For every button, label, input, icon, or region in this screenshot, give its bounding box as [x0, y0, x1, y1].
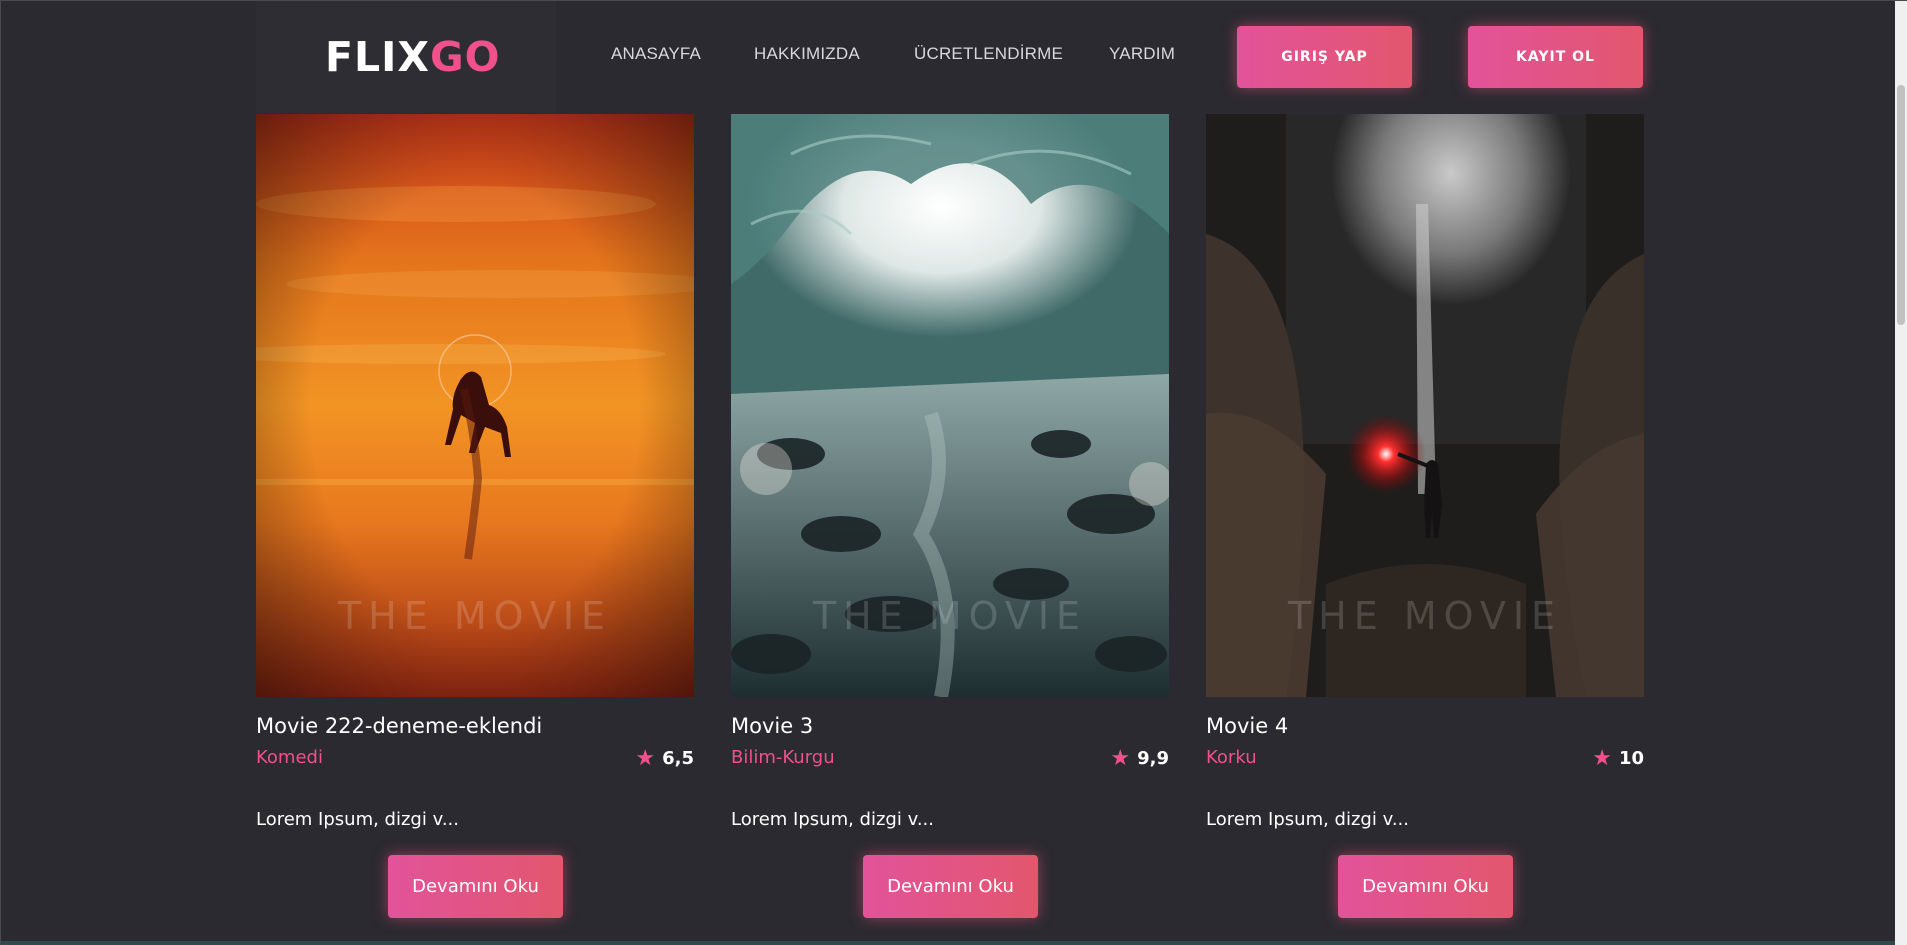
- read-more-button[interactable]: Devamını Oku: [863, 855, 1038, 918]
- read-more-button[interactable]: Devamını Oku: [1338, 855, 1513, 918]
- nav-item-hakkimizda[interactable]: HAKKIMIZDA: [754, 44, 860, 64]
- poster-watermark: THE MOVIE: [1287, 594, 1563, 638]
- rating-value: 9,9: [1137, 748, 1169, 769]
- movie-description: Lorem Ipsum, dizgi v...: [256, 809, 460, 830]
- movie-poster[interactable]: THE MOVIE: [256, 114, 694, 697]
- movie-genre[interactable]: Korku: [1206, 747, 1257, 768]
- bottom-strip: [0, 941, 1895, 945]
- read-more-button[interactable]: Devamını Oku: [388, 855, 563, 918]
- nav-item-yardim[interactable]: YARDIM: [1109, 44, 1175, 64]
- movie-rating: ★ 10: [1592, 745, 1644, 771]
- page-scrollbar[interactable]: [1895, 0, 1907, 945]
- site-logo[interactable]: FLIXGO: [325, 33, 501, 81]
- logo-text-go: GO: [430, 33, 501, 81]
- rating-value: 10: [1618, 748, 1644, 769]
- star-icon: ★: [635, 745, 656, 771]
- movie-card: THE MOVIE Movie 3 Bilim-Kurgu ★ 9,9 Lore…: [731, 114, 1169, 918]
- nav-item-ucretlendirme[interactable]: ÜCRETLENDİRME: [914, 44, 1063, 64]
- poster-watermark: THE MOVIE: [337, 594, 613, 638]
- star-icon: ★: [1592, 745, 1612, 771]
- scrollbar-thumb[interactable]: [1897, 85, 1905, 325]
- movie-poster[interactable]: THE MOVIE: [731, 114, 1169, 697]
- movie-poster[interactable]: THE MOVIE: [1206, 114, 1644, 697]
- movie-rating: ★ 6,5: [635, 745, 694, 771]
- movie-description: Lorem Ipsum, dizgi v...: [1206, 809, 1410, 830]
- login-button[interactable]: GIRIŞ YAP: [1237, 26, 1412, 88]
- nav-item-anasayfa[interactable]: ANASAYFA: [611, 44, 701, 64]
- movie-description: Lorem Ipsum, dizgi v...: [731, 809, 935, 830]
- star-icon: ★: [1110, 745, 1131, 771]
- site-header: FLIXGO ANASAYFA HAKKIMIZDA ÜCRETLENDİRME…: [0, 0, 1907, 113]
- movie-title[interactable]: Movie 222-deneme-eklendi: [256, 714, 542, 738]
- movie-title[interactable]: Movie 3: [731, 714, 813, 738]
- movie-card: THE MOVIE Movie 4 Korku ★ 10 Lorem Ipsum…: [1206, 114, 1644, 918]
- rating-value: 6,5: [662, 748, 694, 769]
- movie-card: THE MOVIE Movie 222-deneme-eklendi Komed…: [256, 114, 694, 918]
- signup-button[interactable]: KAYIT OL: [1468, 26, 1643, 88]
- movie-genre[interactable]: Komedi: [256, 747, 323, 768]
- logo-text-flix: FLIX: [325, 33, 430, 81]
- movie-rating: ★ 9,9: [1110, 745, 1169, 771]
- movie-genre[interactable]: Bilim-Kurgu: [731, 747, 835, 768]
- movie-title[interactable]: Movie 4: [1206, 714, 1288, 738]
- poster-watermark: THE MOVIE: [812, 594, 1088, 638]
